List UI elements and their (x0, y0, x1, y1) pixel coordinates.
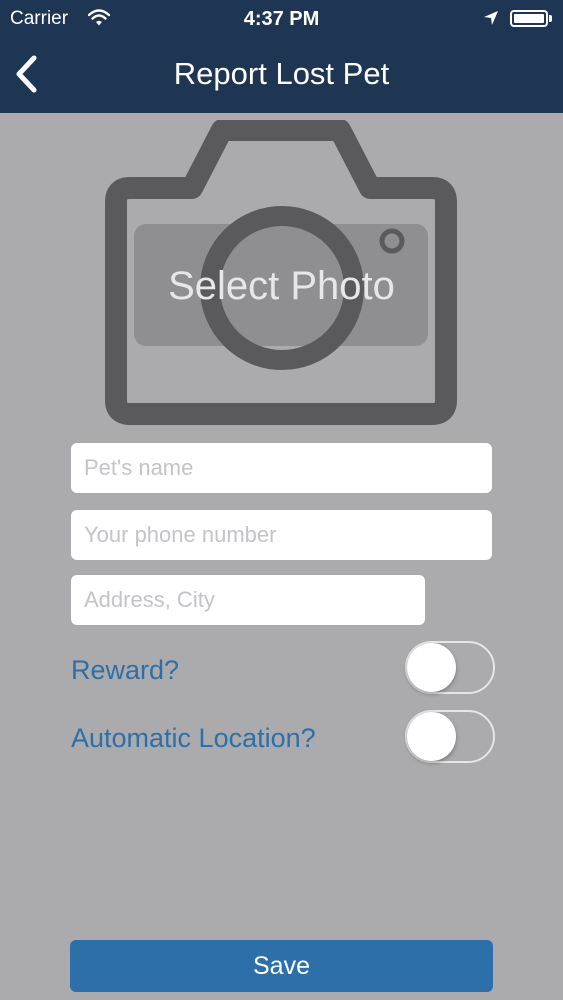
battery-level (514, 14, 544, 23)
address-input[interactable] (71, 575, 425, 625)
reward-toggle[interactable] (405, 641, 495, 694)
page-title: Report Lost Pet (173, 56, 390, 91)
status-time: 4:37 PM (243, 8, 320, 30)
automatic-location-toggle[interactable] (405, 710, 495, 763)
reward-toggle-knob (407, 643, 456, 692)
save-button[interactable]: Save (70, 940, 493, 992)
camera-icon (105, 120, 457, 425)
select-photo-button[interactable] (104, 120, 460, 430)
battery-icon (510, 10, 548, 27)
automatic-location-label: Automatic Location? (71, 723, 316, 753)
phone-number-input[interactable] (71, 510, 492, 560)
status-bar: Carrier 4:37 PM (0, 0, 563, 38)
pet-name-input[interactable] (71, 443, 492, 493)
reward-label: Reward? (71, 655, 180, 685)
battery-tip (549, 15, 552, 22)
navigation-header: Carrier 4:37 PM Report Lost Pet (0, 0, 563, 113)
location-arrow-icon (484, 11, 498, 25)
automatic-location-toggle-knob (407, 712, 456, 761)
